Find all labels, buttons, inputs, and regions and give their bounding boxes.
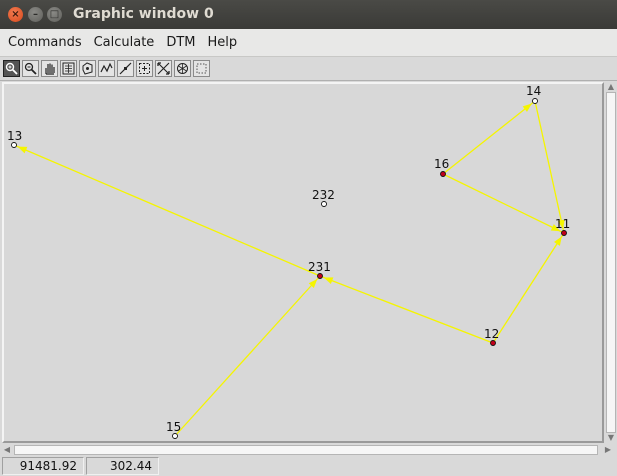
point-label-11: 11 — [555, 217, 570, 231]
link-line-16-11[interactable] — [442, 173, 565, 234]
link-line-12-11[interactable] — [492, 232, 565, 344]
menu-bar: Commands Calculate DTM Help — [0, 29, 617, 57]
point-231[interactable] — [317, 273, 323, 279]
point-label-14: 14 — [526, 84, 541, 98]
cross-select-icon[interactable] — [155, 60, 172, 77]
network-icon[interactable] — [174, 60, 191, 77]
horizontal-scrollbar[interactable]: ◀ ▶ — [0, 444, 617, 456]
close-icon[interactable]: × — [8, 7, 23, 22]
vertical-scrollbar[interactable]: ▲ ▼ — [604, 82, 617, 443]
point-14[interactable] — [532, 98, 538, 104]
drawing-canvas[interactable]: 13 14 16 232 11 231 12 15 — [2, 82, 604, 443]
point-label-15: 15 — [166, 420, 181, 434]
point-label-232: 232 — [312, 188, 335, 202]
status-x-coordinate: 91481.92 — [2, 457, 84, 475]
link-arrowhead-231-13 — [17, 146, 28, 154]
point-12[interactable] — [490, 340, 496, 346]
toolbar — [0, 57, 617, 81]
point-15[interactable] — [172, 433, 178, 439]
minimize-icon[interactable]: – — [28, 7, 43, 22]
redraw-icon[interactable] — [79, 60, 96, 77]
select-line-icon[interactable] — [117, 60, 134, 77]
point-label-12: 12 — [484, 327, 499, 341]
maximize-icon[interactable]: □ — [47, 7, 62, 22]
window-title: Graphic window 0 — [73, 6, 214, 22]
link-line-231-13[interactable] — [13, 144, 321, 277]
link-line-16-14[interactable] — [442, 100, 536, 175]
point-label-13: 13 — [7, 129, 22, 143]
network-drawing[interactable]: 13 14 16 232 11 231 12 15 — [4, 84, 602, 441]
link-line-15-231[interactable] — [174, 275, 321, 437]
link-line-14-11[interactable] — [534, 100, 565, 234]
point-232[interactable] — [321, 201, 327, 207]
zoom-extents-icon[interactable] — [60, 60, 77, 77]
dashed-select-icon[interactable] — [136, 60, 153, 77]
link-arrowhead-12-231 — [323, 277, 334, 284]
menu-calculate[interactable]: Calculate — [88, 35, 161, 50]
point-16[interactable] — [440, 171, 446, 177]
status-bar: 91481.92 302.44 — [0, 456, 617, 476]
link-arrowhead-12-11 — [554, 236, 562, 246]
vertical-scroll-thumb[interactable] — [606, 92, 616, 433]
pan-hand-icon[interactable] — [41, 60, 58, 77]
draw-line-icon[interactable] — [98, 60, 115, 77]
link-line-12-231[interactable] — [319, 275, 494, 344]
menu-commands[interactable]: Commands — [2, 35, 88, 50]
menu-dtm[interactable]: DTM — [160, 35, 201, 50]
scroll-up-icon[interactable]: ▲ — [606, 82, 616, 92]
point-label-231: 231 — [308, 260, 331, 274]
point-13[interactable] — [11, 142, 17, 148]
scroll-right-icon[interactable]: ▶ — [603, 445, 613, 455]
point-11[interactable] — [561, 230, 567, 236]
zoom-window-icon[interactable] — [3, 60, 20, 77]
horizontal-scroll-thumb[interactable] — [14, 445, 598, 455]
scroll-down-icon[interactable]: ▼ — [606, 433, 616, 443]
menu-help[interactable]: Help — [201, 35, 243, 50]
link-arrowhead-16-14 — [522, 103, 532, 112]
blank-tool-icon[interactable] — [193, 60, 210, 77]
zoom-out-icon[interactable] — [22, 60, 39, 77]
scroll-left-icon[interactable]: ◀ — [2, 445, 12, 455]
status-y-coordinate: 302.44 — [86, 457, 159, 475]
point-label-16: 16 — [434, 157, 449, 171]
title-bar: × – □ Graphic window 0 — [0, 0, 617, 29]
